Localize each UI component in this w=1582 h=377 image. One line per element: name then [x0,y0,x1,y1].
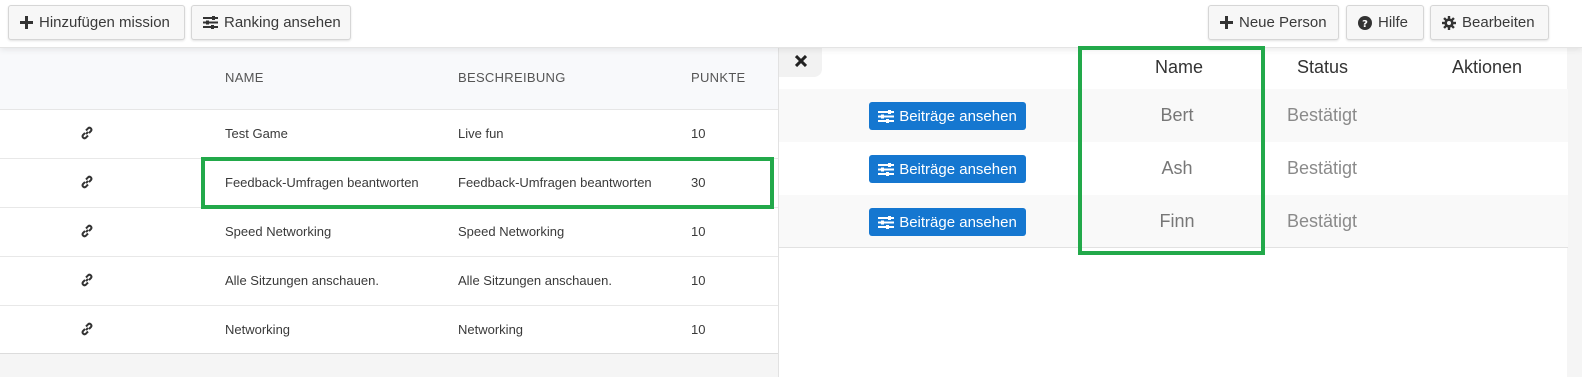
link-icon[interactable] [80,322,94,336]
close-icon [794,54,807,72]
toolbar: Hinzufügen mission Ranking ansehen Neue … [0,0,1582,48]
mission-name: Test Game [225,126,288,141]
column-header-name: Name [1155,57,1204,77]
missions-table-header: NAME BESCHREIBUNG PUNKTE [0,48,778,110]
help-button[interactable]: ? Hilfe [1346,5,1424,40]
gear-icon [1442,15,1456,30]
add-mission-button[interactable]: Hinzufügen mission [8,5,185,40]
mission-points: 10 [691,126,706,141]
link-icon[interactable] [80,175,94,189]
table-row[interactable]: Test Game Live fun 10 [0,110,778,159]
edit-label: Bearbeiten [1462,14,1535,31]
question-circle-icon: ? [1358,15,1372,30]
plus-icon [1220,16,1233,29]
mission-name: Networking [225,322,291,337]
participant-status: Bestätigt [1287,158,1358,178]
column-header-description[interactable]: BESCHREIBUNG [458,70,566,85]
sliders-icon [878,215,895,229]
column-header-status: Status [1297,57,1349,77]
sliders-icon [203,16,218,29]
table-row[interactable]: Networking Networking 10 [0,306,778,355]
view-ranking-label: Ranking ansehen [224,14,341,31]
edit-button[interactable]: Bearbeiten [1430,5,1549,40]
column-header-points[interactable]: PUNKTE [691,70,746,85]
new-person-button[interactable]: Neue Person [1208,5,1339,40]
participant-name: Bert [1160,105,1194,125]
column-header-actions: Aktionen [1452,57,1523,77]
mission-points: 10 [691,273,706,288]
participant-name: Ash [1161,158,1193,178]
divider [779,247,1568,248]
mission-description: Networking [458,322,524,337]
mission-points: 30 [691,175,706,190]
table-row[interactable]: Alle Sitzungen anschauen. Alle Sitzungen… [0,257,778,306]
participant-name: Finn [1159,211,1195,231]
table-row: Beiträge ansehen Ash Bestätigt [779,142,1568,195]
svg-text:?: ? [1362,19,1368,30]
mission-description: Speed Networking [458,224,565,239]
mission-points: 10 [691,224,706,239]
mission-description: Alle Sitzungen anschauen. [458,273,612,288]
participant-status: Bestätigt [1287,211,1358,231]
link-icon[interactable] [80,126,94,140]
help-label: Hilfe [1378,14,1409,31]
mission-name: Feedback-Umfragen beantworten [225,175,419,190]
mission-name: Alle Sitzungen anschauen. [225,273,379,288]
view-contributions-label: Beiträge ansehen [899,160,1017,178]
view-contributions-button[interactable]: Beiträge ansehen [869,102,1026,130]
table-footer [0,353,778,377]
view-contributions-button[interactable]: Beiträge ansehen [869,208,1026,236]
new-person-label: Neue Person [1239,14,1327,31]
table-row[interactable]: Feedback-Umfragen beantworten Feedback-U… [0,159,778,208]
sliders-icon [878,162,895,176]
add-mission-label: Hinzufügen mission [39,14,170,31]
plus-icon [20,16,33,29]
mission-description: Live fun [458,126,504,141]
mission-description: Feedback-Umfragen beantworten [458,175,652,190]
view-ranking-button[interactable]: Ranking ansehen [191,5,351,40]
table-row: Beiträge ansehen Bert Bestätigt [779,89,1568,142]
view-contributions-button[interactable]: Beiträge ansehen [869,155,1026,183]
mission-points: 10 [691,322,706,337]
sliders-icon [878,109,895,123]
view-contributions-label: Beiträge ansehen [899,107,1017,125]
participant-status: Bestätigt [1287,105,1358,125]
mission-name: Speed Networking [225,224,332,239]
missions-table: NAME BESCHREIBUNG PUNKTE Test Game Live … [0,48,778,377]
participants-panel: Name Status Aktionen Beiträge ansehen Be… [778,48,1568,377]
table-row: Beiträge ansehen Finn Bestätigt [779,195,1568,248]
link-icon[interactable] [80,273,94,287]
close-button[interactable] [779,48,822,77]
table-row[interactable]: Speed Networking Speed Networking 10 [0,208,778,257]
view-contributions-label: Beiträge ansehen [899,213,1017,231]
column-header-name[interactable]: NAME [225,70,264,85]
link-icon[interactable] [80,224,94,238]
